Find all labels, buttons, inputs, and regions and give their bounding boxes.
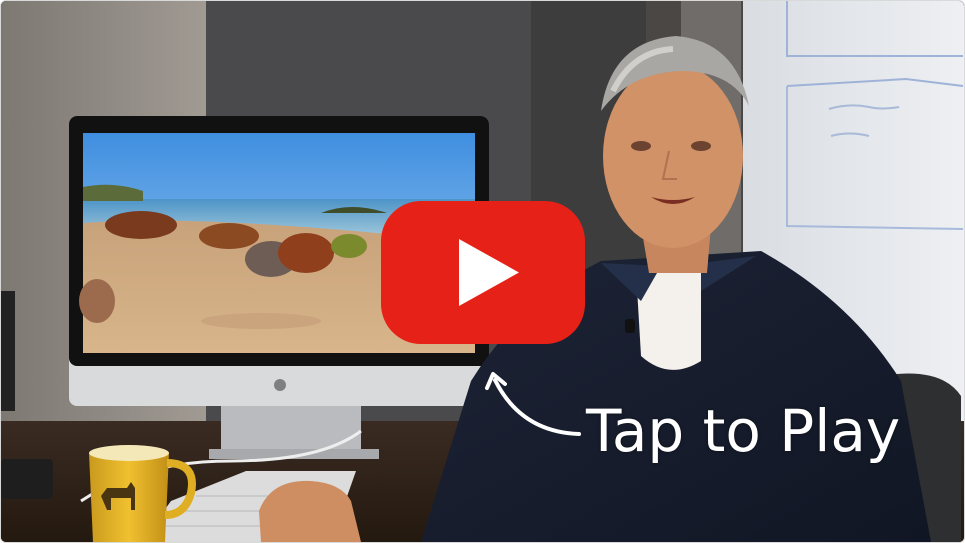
play-button[interactable] — [381, 201, 585, 344]
play-icon — [381, 201, 585, 344]
curved-arrow-icon — [485, 372, 581, 436]
video-thumbnail[interactable]: Tap to Play — [0, 0, 965, 543]
tap-to-play-label[interactable]: Tap to Play — [586, 393, 900, 469]
